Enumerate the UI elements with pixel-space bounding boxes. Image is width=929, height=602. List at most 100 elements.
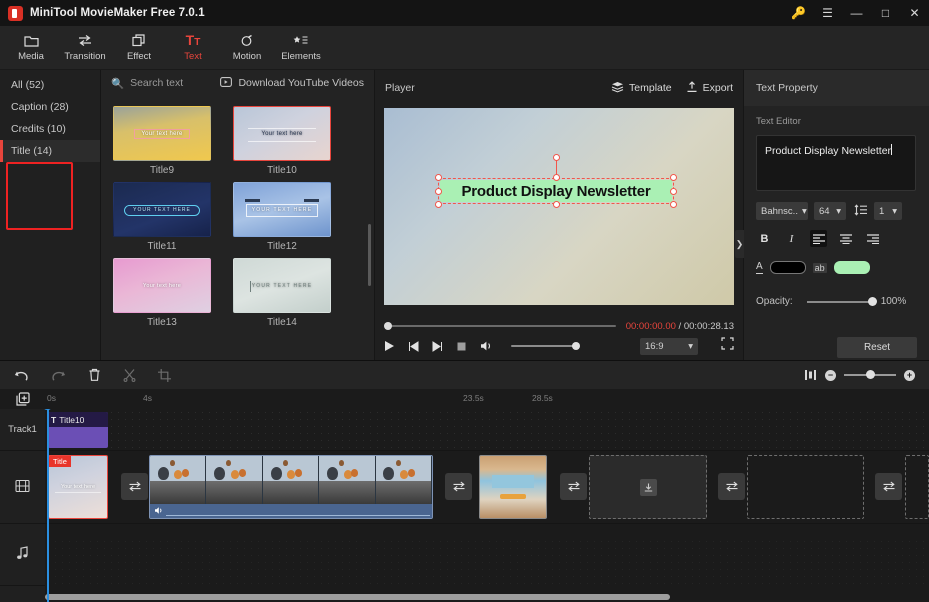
toolbar-item-text[interactable]: TT Text: [166, 27, 220, 69]
timeline-clip-photo[interactable]: [479, 455, 547, 519]
line-spacing-select[interactable]: 1 ▾: [874, 202, 902, 220]
next-frame-icon[interactable]: [432, 340, 443, 352]
template-button[interactable]: Template: [611, 81, 672, 96]
toolbar-item-elements[interactable]: Elements: [274, 27, 328, 69]
handle-top-right[interactable]: [670, 174, 677, 181]
delete-icon[interactable]: [88, 368, 101, 382]
rotate-handle[interactable]: [552, 154, 560, 161]
handle-top-left[interactable]: [435, 174, 442, 181]
handle-middle-left[interactable]: [435, 187, 442, 195]
zoom-knob[interactable]: [866, 370, 875, 379]
timeline-horizontal-scrollbar[interactable]: [45, 594, 929, 600]
transition-button-3[interactable]: [560, 473, 587, 500]
panel-collapse-toggle[interactable]: ❯: [735, 230, 744, 258]
sidebar-item-caption[interactable]: Caption (28): [0, 96, 100, 118]
aspect-ratio-select[interactable]: 16:9 ▾: [640, 337, 698, 355]
video-canvas[interactable]: Product Display Newsletter: [384, 108, 734, 305]
lane-audio[interactable]: [45, 524, 929, 586]
asset-preview-text: YOUR TEXT HERE: [133, 206, 191, 213]
lane-text[interactable]: T Title10: [45, 409, 929, 451]
undo-icon[interactable]: [14, 369, 29, 382]
zoom-out-button[interactable]: −: [825, 369, 836, 381]
asset-card-title13[interactable]: Your text here Title13: [113, 258, 211, 328]
transition-button-1[interactable]: [121, 473, 148, 500]
lane-video[interactable]: Title Your text here: [45, 451, 929, 524]
menu-icon[interactable]: ☰: [813, 0, 842, 26]
italic-button[interactable]: I: [783, 230, 800, 247]
timeline-zoom-slider[interactable]: [844, 370, 896, 379]
timeline-scale[interactable]: 0s 4s 23.5s 28.5s: [45, 389, 929, 409]
handle-middle-right[interactable]: [670, 187, 677, 195]
volume-slider[interactable]: [511, 342, 580, 350]
minimize-icon[interactable]: —: [842, 0, 871, 26]
volume-icon[interactable]: [480, 340, 494, 352]
handle-bottom-center[interactable]: [552, 201, 560, 208]
font-family-select[interactable]: Bahnsc.. ▾: [756, 202, 808, 220]
text-editor-input[interactable]: Product Display Newsletter: [756, 135, 916, 191]
align-left-button[interactable]: [810, 230, 827, 247]
close-icon[interactable]: ✕: [900, 0, 929, 26]
previous-frame-icon[interactable]: [408, 340, 419, 352]
playhead[interactable]: [43, 409, 52, 602]
text-color-swatch[interactable]: [769, 261, 806, 274]
sidebar-item-all[interactable]: All (52): [0, 74, 100, 96]
bold-button[interactable]: B: [756, 230, 773, 247]
timeline-empty-slot-3[interactable]: [905, 455, 929, 519]
track-header-track1[interactable]: Track1: [0, 409, 45, 451]
track-header-video[interactable]: [0, 451, 45, 524]
key-icon[interactable]: 🔑: [784, 0, 813, 26]
fit-timeline-icon[interactable]: [804, 369, 817, 381]
zoom-in-button[interactable]: +: [904, 369, 915, 381]
toolbar-item-motion[interactable]: Motion: [220, 27, 274, 69]
align-right-button[interactable]: [864, 230, 881, 247]
asset-card-title14[interactable]: YOUR TEXT HERE Title14: [233, 258, 331, 328]
asset-scrollbar[interactable]: [368, 224, 371, 286]
highlight-color-swatch[interactable]: [833, 261, 870, 274]
music-icon: [16, 546, 29, 563]
seek-knob[interactable]: [384, 322, 392, 330]
track-header-audio[interactable]: [0, 524, 45, 586]
fullscreen-icon[interactable]: [721, 337, 734, 355]
text-overlay[interactable]: Product Display Newsletter: [435, 154, 677, 208]
transition-button-2[interactable]: [445, 473, 472, 500]
scrollbar-thumb[interactable]: [45, 594, 670, 600]
redo-icon[interactable]: [51, 369, 66, 382]
handle-bottom-left[interactable]: [435, 201, 442, 208]
reset-button[interactable]: Reset: [837, 337, 917, 358]
add-track-icon[interactable]: [0, 389, 45, 409]
toolbar-item-media[interactable]: Media: [4, 27, 58, 69]
search-input[interactable]: 🔍 Search text: [111, 77, 183, 90]
seek-bar[interactable]: 00:00:00.00 / 00:00:28.13: [384, 320, 734, 332]
crop-icon[interactable]: [158, 368, 171, 382]
align-center-button[interactable]: [837, 230, 854, 247]
split-icon[interactable]: [123, 368, 136, 382]
timeline-clip-video[interactable]: [149, 455, 433, 519]
timeline-empty-slot-1[interactable]: [589, 455, 707, 519]
handle-bottom-right[interactable]: [670, 201, 677, 208]
transition-button-4[interactable]: [718, 473, 745, 500]
font-size-select[interactable]: 64 ▾: [814, 202, 846, 220]
opacity-knob[interactable]: [867, 296, 877, 306]
asset-card-title12[interactable]: YOUR TEXT HERE Title12: [233, 182, 331, 252]
toolbar-item-transition[interactable]: Transition: [58, 27, 112, 69]
handle-top-center[interactable]: [552, 174, 560, 181]
volume-knob[interactable]: [572, 342, 580, 350]
play-icon[interactable]: [384, 340, 395, 352]
maximize-icon[interactable]: □: [871, 0, 900, 26]
download-youtube-button[interactable]: Download YouTube Videos: [220, 76, 364, 90]
opacity-row: Opacity: 100%: [756, 296, 917, 307]
sidebar-item-credits[interactable]: Credits (10): [0, 118, 100, 140]
asset-card-title9[interactable]: Your text here Title9: [113, 106, 211, 176]
asset-card-title10[interactable]: Your text here Title10: [233, 106, 331, 176]
timeline-clip-text[interactable]: T Title10: [48, 412, 108, 448]
timeline-clip-title-card[interactable]: Title Your text here: [48, 455, 108, 519]
export-button[interactable]: Export: [686, 80, 733, 96]
opacity-slider[interactable]: [806, 296, 877, 306]
stop-icon[interactable]: [456, 341, 467, 352]
import-media-icon[interactable]: [639, 478, 657, 496]
transition-button-5[interactable]: [875, 473, 902, 500]
timeline-empty-slot-2[interactable]: [747, 455, 864, 519]
toolbar-item-effect[interactable]: Effect: [112, 27, 166, 69]
asset-card-title11[interactable]: YOUR TEXT HERE Title11: [113, 182, 211, 252]
sidebar-item-title[interactable]: Title (14): [0, 140, 100, 162]
